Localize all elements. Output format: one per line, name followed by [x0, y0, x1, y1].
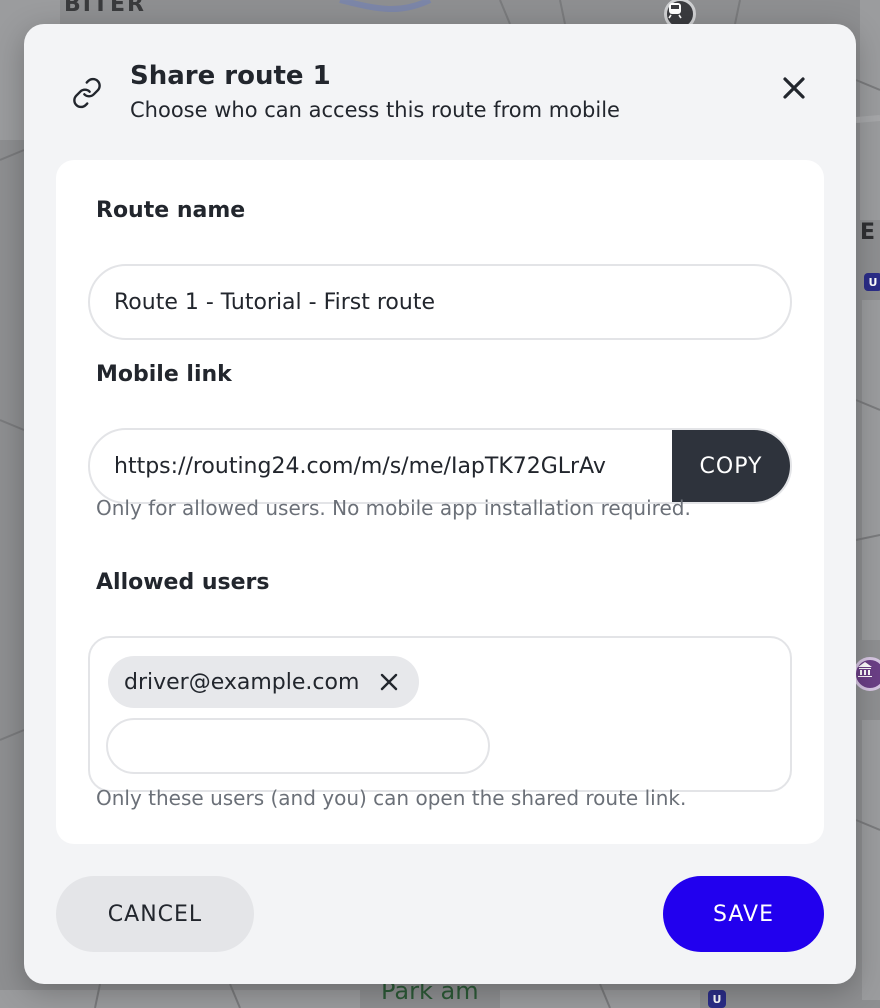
- map-label-right: E: [860, 220, 876, 245]
- add-user-input[interactable]: [106, 718, 490, 774]
- mobile-link-help: Only for allowed users. No mobile app in…: [96, 496, 691, 520]
- museum-poi-icon: [853, 657, 880, 691]
- link-icon: [70, 76, 104, 110]
- route-name-input[interactable]: [88, 264, 792, 340]
- map-label-district: BITER: [64, 0, 146, 17]
- remove-user-button[interactable]: [377, 670, 401, 694]
- allowed-users-box: driver@example.com: [88, 636, 792, 792]
- share-route-dialog: Share route 1 Choose who can access this…: [24, 24, 856, 984]
- allowed-users-help: Only these users (and you) can open the …: [96, 786, 687, 810]
- dialog-title: Share route 1: [130, 61, 331, 91]
- save-button[interactable]: SAVE: [663, 876, 824, 952]
- close-icon: [783, 77, 805, 99]
- close-button[interactable]: [772, 66, 816, 110]
- ubahn-badge-icon: U: [708, 990, 726, 1008]
- allowed-users-label: Allowed users: [96, 570, 270, 595]
- route-name-label: Route name: [96, 198, 246, 223]
- dialog-subtitle: Choose who can access this route from mo…: [130, 98, 620, 122]
- copy-link-button[interactable]: COPY: [672, 430, 790, 502]
- user-chip: driver@example.com: [108, 656, 420, 708]
- mobile-link-label: Mobile link: [96, 362, 232, 387]
- user-chip-email: driver@example.com: [124, 669, 360, 695]
- ubahn-badge-icon: U: [864, 273, 880, 291]
- mobile-link-input[interactable]: [90, 430, 672, 502]
- cancel-button[interactable]: CANCEL: [56, 876, 254, 952]
- mobile-link-group: COPY: [88, 428, 792, 504]
- share-form-card: Route name Mobile link COPY Only for all…: [56, 160, 824, 844]
- close-icon: [381, 673, 398, 691]
